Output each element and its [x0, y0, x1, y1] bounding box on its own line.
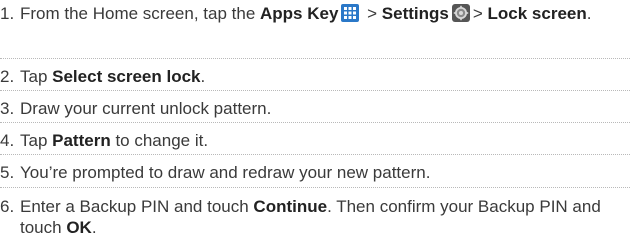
- step-text-part: .: [586, 4, 592, 23]
- step-3: 3. Draw your current unlock pattern.: [0, 98, 626, 119]
- step-number: 1.: [0, 4, 15, 23]
- step-text-part: .: [200, 67, 206, 86]
- step-text: Tap Select screen lock.: [20, 66, 626, 87]
- ok-label: OK: [66, 218, 92, 237]
- step-text-part: Tap: [20, 67, 53, 86]
- step-text-part: Enter a Backup PIN and touch: [20, 197, 254, 216]
- step-2: 2. Tap Select screen lock.: [0, 66, 626, 87]
- step-5: 5. You’re prompted to draw and redraw yo…: [0, 162, 626, 183]
- step-text-part: .: [91, 218, 97, 237]
- step-text: Draw your current unlock pattern.: [20, 99, 272, 118]
- divider: [0, 90, 630, 91]
- step-text-part: >: [472, 4, 488, 23]
- divider: [0, 154, 630, 155]
- settings-gear-icon: [451, 4, 470, 22]
- step-text-part: >: [362, 4, 382, 23]
- step-number: 6.: [0, 197, 15, 216]
- select-screen-lock-label: Select screen lock: [52, 67, 201, 86]
- step-text-part: From the Home screen, tap the: [20, 4, 260, 23]
- step-number: 3.: [0, 99, 15, 118]
- divider: [0, 58, 630, 59]
- step-text: Enter a Backup PIN and touch Continue. T…: [20, 196, 626, 238]
- step-number: 4.: [0, 131, 15, 150]
- lock-screen-label: Lock screen: [487, 4, 587, 23]
- step-4: 4. Tap Pattern to change it.: [0, 130, 626, 151]
- instruction-list: 1. From the Home screen, tap the Apps Ke…: [0, 0, 630, 245]
- step-number: 5.: [0, 163, 15, 182]
- step-1: 1. From the Home screen, tap the Apps Ke…: [0, 3, 626, 24]
- step-number: 2.: [0, 67, 15, 86]
- divider: [0, 122, 630, 123]
- pattern-label: Pattern: [52, 131, 111, 150]
- step-text: Tap Pattern to change it.: [20, 130, 626, 151]
- apps-grid-icon: [341, 4, 360, 22]
- continue-label: Continue: [253, 197, 328, 216]
- step-text: You’re prompted to draw and redraw your …: [20, 163, 431, 182]
- settings-label: Settings: [381, 4, 449, 23]
- divider: [0, 187, 630, 188]
- step-6: 6. Enter a Backup PIN and touch Continue…: [0, 196, 626, 238]
- step-text-part: Tap: [20, 131, 53, 150]
- apps-key-label: Apps Key: [260, 4, 339, 23]
- step-text: From the Home screen, tap the Apps Key >…: [20, 3, 626, 24]
- step-text-part: to change it.: [110, 131, 209, 150]
